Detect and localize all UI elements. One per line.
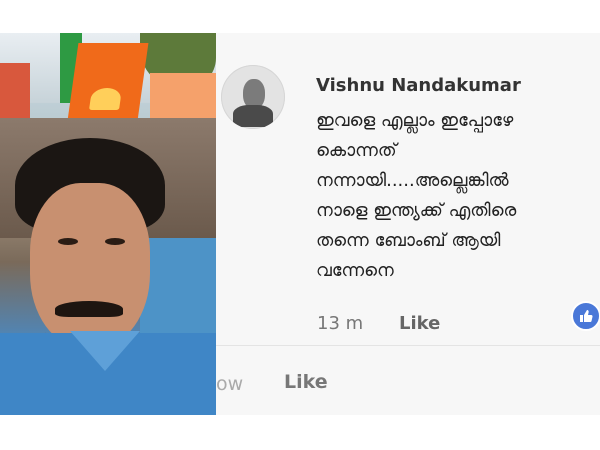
comment-card: Vishnu Nandakumar ഇവളെ എല്ലാം ഇപ്പോഴേ കൊ… [216,33,600,415]
photo-signboard [0,63,30,123]
divider [216,345,600,346]
photo-arm [140,238,216,348]
avatar[interactable] [221,65,285,129]
thumbs-up-icon[interactable] [571,301,600,331]
photo-eye-right [105,238,125,245]
lotus-symbol [89,88,123,110]
avatar-body [233,105,273,127]
comment-author[interactable]: Vishnu Nandakumar [316,75,521,96]
footer-like-button[interactable]: Like [284,371,328,393]
thumbs-up-glyph [580,310,593,322]
footer-now-fragment: ow [216,373,244,395]
comment-text: ഇവളെ എല്ലാം ഇപ്പോഴേ കൊന്നത് നന്നായി.....… [316,110,517,281]
comment-timestamp[interactable]: 13 m [317,313,363,334]
photo-eye-left [58,238,78,245]
comment-like-button[interactable]: Like [399,313,440,334]
profile-photo [0,33,216,415]
